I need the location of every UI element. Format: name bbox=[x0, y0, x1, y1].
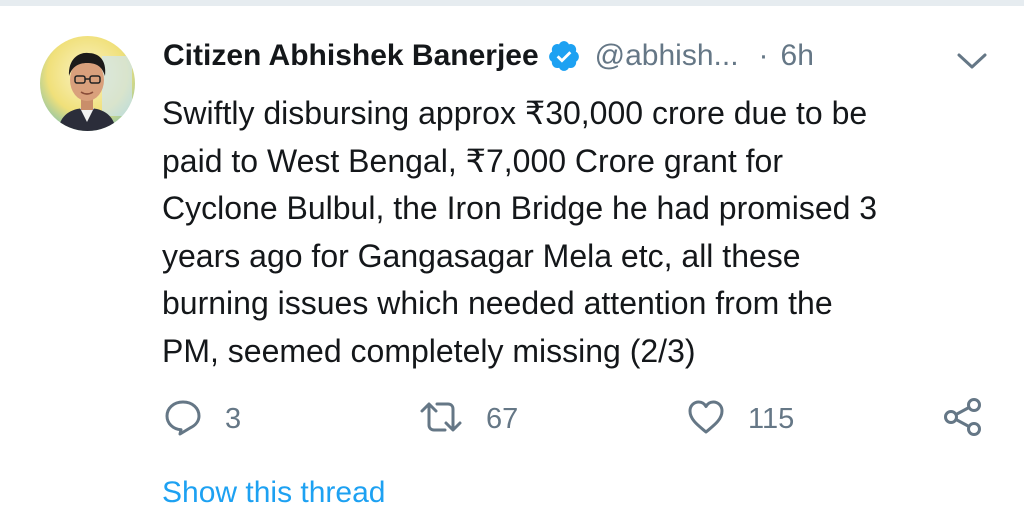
avatar[interactable] bbox=[40, 36, 135, 131]
display-name[interactable]: Citizen Abhishek Banerjee bbox=[163, 39, 539, 73]
reply-count: 3 bbox=[225, 402, 242, 435]
verified-badge-icon bbox=[547, 39, 581, 73]
share-icon bbox=[942, 396, 984, 443]
reply-icon bbox=[163, 397, 203, 442]
user-handle[interactable]: @abhish... bbox=[595, 39, 739, 73]
retweet-button[interactable]: 67 bbox=[418, 394, 518, 444]
tweet-actions: 3 67 115 bbox=[0, 394, 1024, 444]
like-button[interactable]: 115 bbox=[686, 394, 794, 444]
heart-icon bbox=[686, 397, 726, 442]
chevron-down-icon[interactable] bbox=[955, 49, 989, 73]
tweet-header: Citizen Abhishek Banerjee @abhish... · 6… bbox=[163, 34, 1003, 78]
header-separator: · bbox=[758, 39, 769, 72]
tweet[interactable]: Citizen Abhishek Banerjee @abhish... · 6… bbox=[0, 6, 1024, 509]
retweet-count: 67 bbox=[486, 402, 519, 435]
tweet-text: Swiftly disbursing approx ₹30,000 crore … bbox=[162, 95, 878, 369]
show-thread-link[interactable]: Show this thread bbox=[162, 476, 385, 510]
like-count: 115 bbox=[748, 402, 795, 435]
reply-button[interactable]: 3 bbox=[163, 394, 241, 444]
tweet-timestamp[interactable]: 6h bbox=[781, 39, 814, 73]
retweet-icon bbox=[418, 397, 464, 442]
share-button[interactable] bbox=[942, 394, 984, 444]
